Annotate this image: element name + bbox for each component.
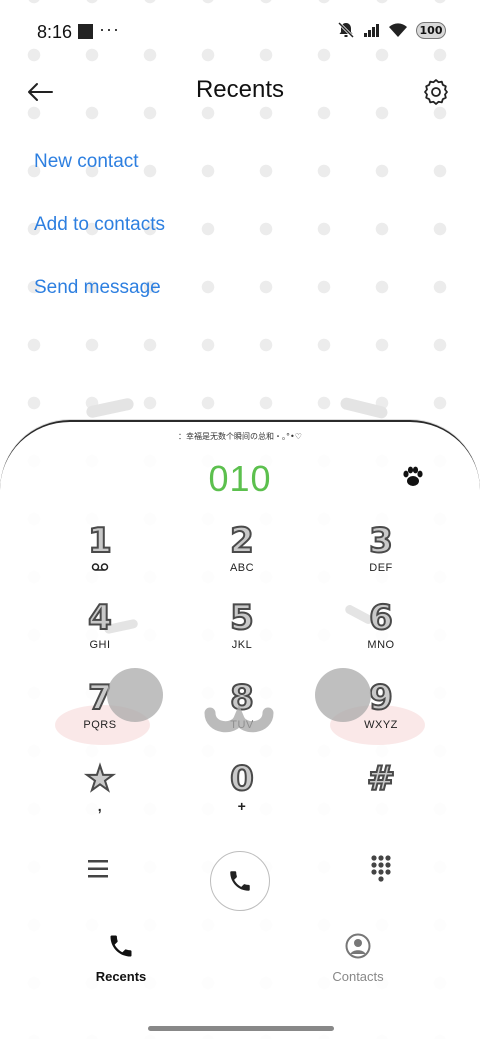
hamburger-menu-icon	[88, 860, 108, 878]
key-3[interactable]: 3 DEF	[331, 521, 431, 592]
key-star[interactable]: ★ ,	[50, 759, 150, 830]
key-digit: 6	[368, 598, 394, 638]
notification-square-icon	[78, 24, 93, 39]
menu-button[interactable]	[84, 856, 114, 882]
add-to-contacts-link[interactable]: Add to contacts	[34, 214, 165, 236]
key-letters: DEF	[369, 562, 393, 574]
status-bar: 8:16 ··· 100	[0, 0, 480, 62]
key-1[interactable]: 1	[50, 521, 150, 592]
decoration-dash	[339, 396, 389, 420]
gear-icon	[424, 79, 448, 105]
status-time: 8:16	[37, 22, 73, 42]
nav-contacts[interactable]: Contacts	[298, 932, 418, 984]
key-digit: 3	[368, 521, 394, 561]
key-letters: ,	[97, 798, 103, 814]
key-2[interactable]: 2 ABC	[192, 521, 292, 592]
key-digit: 4	[87, 598, 113, 638]
key-digit: 5	[229, 598, 255, 638]
new-contact-link[interactable]: New contact	[34, 151, 139, 173]
header: Recents	[0, 62, 480, 122]
decoration-blob	[107, 668, 163, 722]
decoration-blob	[315, 668, 371, 722]
decoration-mouth	[204, 704, 274, 733]
phone-icon	[230, 871, 250, 891]
paw-icon	[403, 466, 423, 486]
page-title: Recents	[195, 76, 285, 103]
call-button[interactable]	[210, 851, 270, 911]
key-5[interactable]: 5 JKL	[192, 598, 292, 669]
signal-icon	[364, 24, 379, 37]
key-hash[interactable]: #	[331, 759, 431, 830]
key-letters: GHI	[89, 639, 111, 651]
dialpad-toggle-button[interactable]	[368, 854, 394, 884]
nav-recents[interactable]: Recents	[61, 932, 181, 984]
key-0[interactable]: 0 +	[192, 759, 292, 830]
key-digit: 2	[229, 521, 255, 561]
decoration-dash	[85, 397, 135, 419]
key-6[interactable]: 6 MNO	[331, 598, 431, 669]
status-icons: 100	[336, 20, 446, 40]
key-letters: MNO	[367, 639, 395, 651]
key-letters: JKL	[231, 639, 253, 651]
home-indicator[interactable]	[148, 1026, 334, 1031]
nav-contacts-label: Contacts	[332, 969, 384, 984]
voicemail-icon	[91, 563, 109, 571]
nav-recents-label: Recents	[95, 969, 147, 984]
key-digit: 1	[87, 521, 113, 561]
mute-bell-icon	[337, 21, 355, 39]
battery-indicator: 100	[416, 21, 446, 39]
status-overflow: ···	[99, 19, 120, 39]
phone-icon	[110, 935, 132, 957]
key-letters: +	[237, 798, 247, 814]
paw-theme-button[interactable]	[400, 464, 426, 490]
person-icon	[345, 933, 371, 959]
key-letters: ABC	[229, 562, 255, 574]
key-digit: ★	[84, 759, 116, 799]
key-4[interactable]: 4 GHI	[50, 598, 150, 669]
dialer-marquee-text: ：幸福是无数个瞬间の总和・｡°•♡	[178, 432, 302, 441]
key-digit: 0	[229, 759, 255, 799]
dialpad-icon	[371, 855, 391, 882]
send-message-link[interactable]: Send message	[34, 277, 161, 299]
wifi-icon	[389, 23, 407, 37]
key-digit: #	[366, 759, 397, 799]
settings-button[interactable]	[418, 74, 454, 110]
